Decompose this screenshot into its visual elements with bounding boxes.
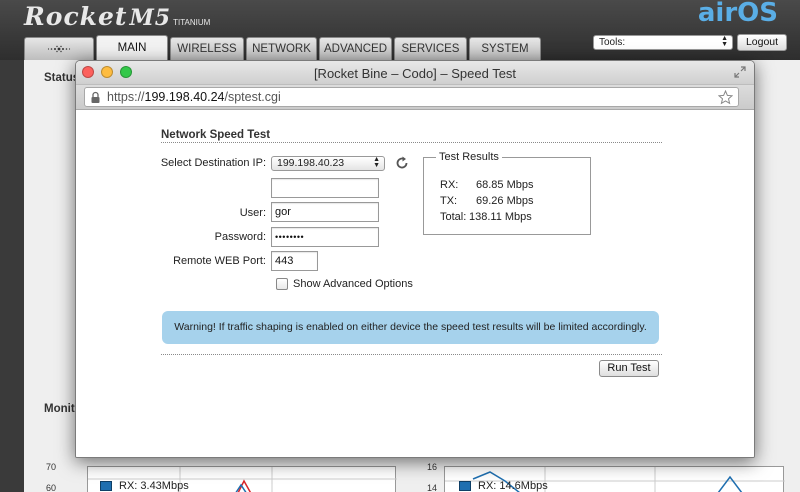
traffic-shaping-warning: Warning! If traffic shaping is enabled o… [162,311,659,344]
user-input[interactable]: gor [271,202,379,222]
tx-value: 69.26 Mbps [476,195,534,207]
select-arrows-icon: ▲ ▼ [373,156,380,169]
url-field[interactable]: https://199.198.40.24/sptest.cgi [84,87,739,107]
destination-ip-label: Select Destination IP: [160,157,266,169]
ubnt-logo-icon [47,45,71,53]
tab-advanced[interactable]: ADVANCED [319,37,392,60]
destination-ip-input[interactable] [271,178,379,198]
url-host: 199.198.40.24 [144,90,225,104]
destination-ip-value: 199.198.40.23 [277,157,345,169]
right-chart-tick: 14 [427,483,438,492]
section-title: Network Speed Test [161,129,271,141]
tab-services[interactable]: SERVICES [394,37,467,60]
rx-legend-swatch [100,481,112,491]
speed-test-window: [Rocket Bine – Codo] – Speed Test https:… [75,60,755,458]
speed-test-page: Network Speed Test Select Destination IP… [76,111,754,457]
footer-divider [161,354,662,355]
select-arrows-icon: ▲ ▼ [721,35,728,48]
rx-value: 68.85 Mbps [476,179,534,191]
logo-edition: TITANIUM [173,18,211,27]
remote-port-input[interactable]: 443 [271,251,318,271]
right-chart-tick: 16 [427,462,438,472]
destination-ip-select[interactable]: 199.198.40.23 ▲ ▼ [271,156,385,171]
test-results-legend: Test Results [436,151,502,163]
url-path: /sptest.cgi [224,90,281,104]
lock-icon [91,91,100,103]
run-test-button[interactable]: Run Test [599,360,659,377]
url-text: https://199.198.40.24/sptest.cgi [107,90,281,104]
window-titlebar[interactable]: [Rocket Bine – Codo] – Speed Test [76,61,754,85]
left-chart-tick: 60 [46,483,57,492]
refresh-icon[interactable] [395,156,409,170]
tab-network[interactable]: NETWORK [246,37,317,60]
tools-select-label: Tools: [599,37,626,48]
logo-model: M5 [129,5,172,31]
tools-select[interactable]: Tools: ▲ ▼ [593,35,733,50]
tab-main[interactable]: MAIN [96,35,168,60]
throughput-chart-right: RX: 14.6Mbps [444,466,785,492]
throughput-chart-left: RX: 3.43Mbps [87,466,397,492]
airos-header: RocketM5 TITANIUM airOS MAIN WIRELESS NET… [0,0,800,60]
section-divider [161,142,662,143]
bookmark-star-icon[interactable] [718,90,733,105]
fullscreen-icon[interactable] [734,66,746,78]
rx-legend-swatch [459,481,471,491]
tx-label: TX: [440,195,458,207]
password-label: Password: [214,231,266,243]
password-input[interactable]: •••••••• [271,227,379,247]
logo-name: Rocket [24,2,128,31]
url-scheme: https:// [107,90,145,104]
test-results-box: Test Results RX: 68.85 Mbps TX: 69.26 Mb… [423,151,591,235]
rx-label: RX: [440,179,459,191]
total-label: Total: [440,211,467,223]
rx-legend-right: RX: 14.6Mbps [478,480,548,492]
advanced-options-checkbox[interactable] [276,278,288,290]
status-heading: Status [44,72,80,84]
logout-button[interactable]: Logout [737,34,787,51]
product-logo: RocketM5 TITANIUM [24,2,210,31]
remote-port-label: Remote WEB Port: [173,255,266,267]
tab-system[interactable]: SYSTEM [469,37,541,60]
tab-wireless[interactable]: WIRELESS [170,37,244,60]
main-tabs: MAIN WIRELESS NETWORK ADVANCED SERVICES … [24,35,543,60]
total-value: 138.11 Mbps [469,211,532,223]
user-label: User: [239,207,266,219]
rx-legend-left: RX: 3.43Mbps [119,480,189,492]
address-bar: https://199.198.40.24/sptest.cgi [76,85,754,110]
window-title: [Rocket Bine – Codo] – Speed Test [313,66,517,81]
tab-ubnt-logo[interactable] [24,37,94,60]
brand-logo: airOS [697,0,778,28]
left-chart-tick: 70 [46,462,57,472]
advanced-options-label[interactable]: Show Advanced Options [293,278,413,290]
